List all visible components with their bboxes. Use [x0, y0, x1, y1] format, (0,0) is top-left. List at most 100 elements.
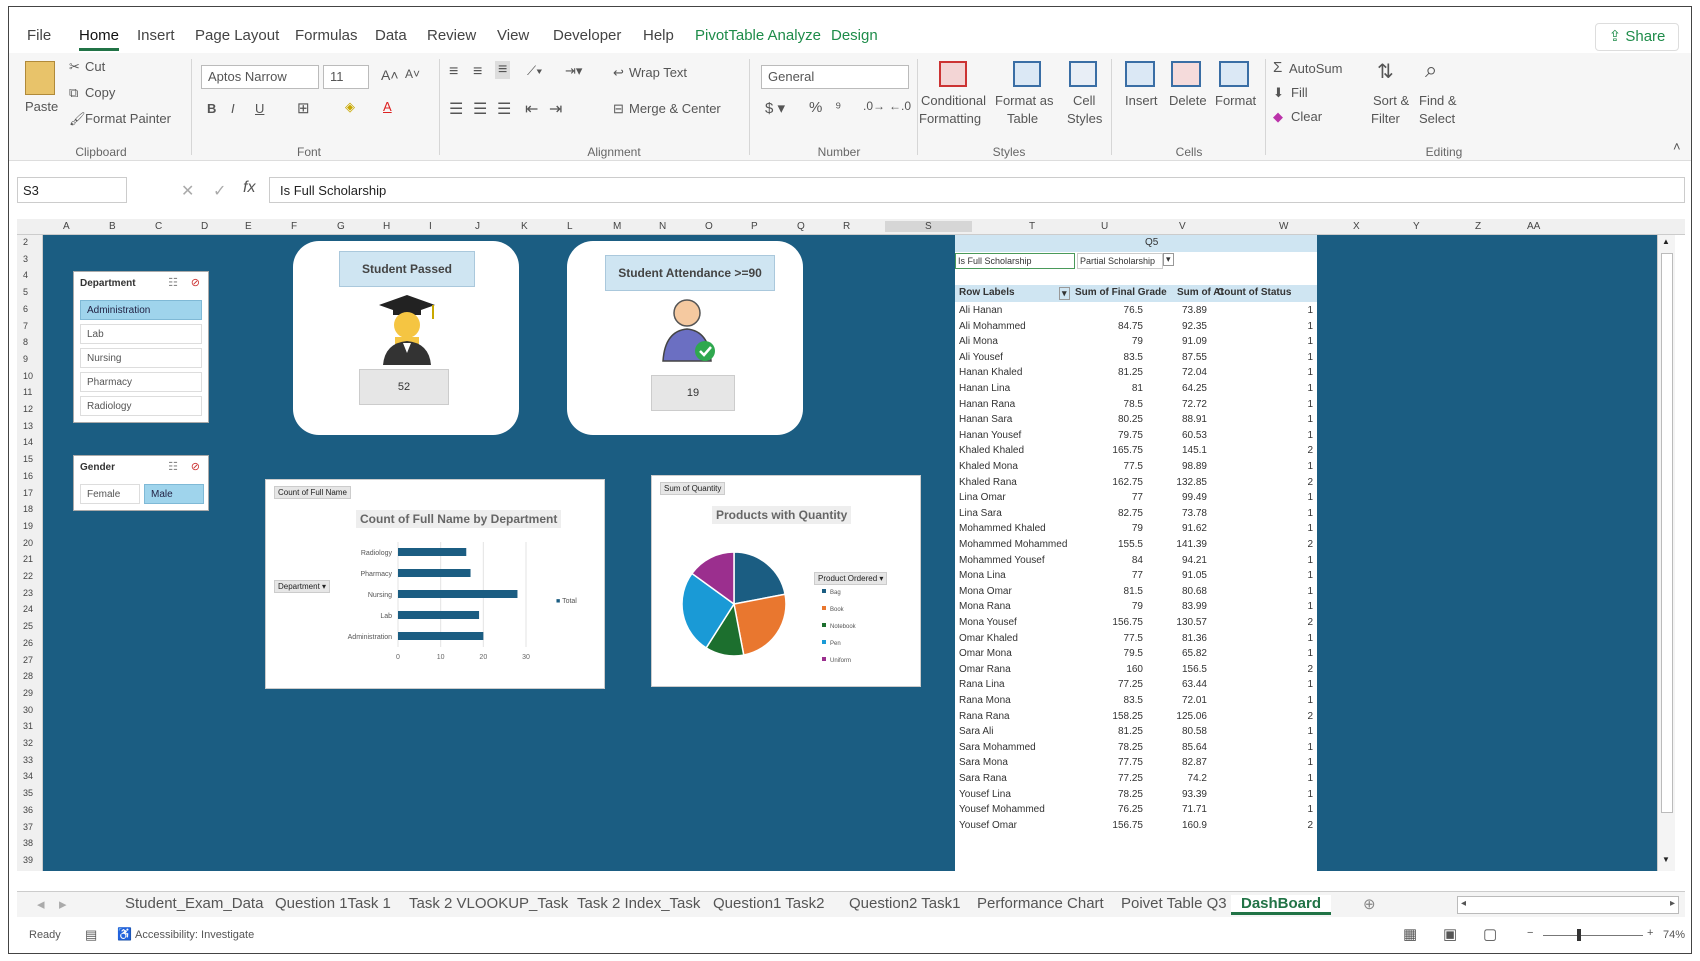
pivot-row[interactable]: Ali Yousef 83.5 87.55 1	[955, 350, 1317, 367]
row-header[interactable]: 38	[23, 838, 33, 848]
row-header[interactable]: 13	[23, 421, 33, 431]
paste-icon[interactable]	[25, 61, 55, 95]
column-header[interactable]: Z	[1475, 221, 1481, 232]
find-select-label-1[interactable]: Find &	[1419, 93, 1457, 108]
zoom-slider[interactable]	[1543, 935, 1643, 936]
find-select-icon[interactable]: ⌕	[1425, 57, 1437, 83]
font-name-select[interactable]: Aptos Narrow	[201, 65, 319, 89]
vertical-scrollbar[interactable]: ▲ ▼	[1657, 235, 1675, 871]
bar[interactable]	[398, 548, 467, 556]
column-header[interactable]: P	[751, 221, 758, 232]
menu-home[interactable]: Home	[79, 27, 120, 51]
column-header[interactable]: I	[429, 221, 432, 232]
row-header[interactable]: 33	[23, 755, 33, 765]
pie-chart[interactable]: Sum of Quantity Products with Quantity P…	[651, 475, 921, 687]
row-header[interactable]: 22	[23, 571, 33, 581]
horizontal-scrollbar[interactable]: ◂ ▸	[1457, 896, 1679, 914]
row-header[interactable]: 9	[23, 354, 28, 364]
normal-view-icon[interactable]: ▦	[1403, 925, 1417, 943]
sort-filter-icon[interactable]: ⇅	[1377, 59, 1394, 84]
bar[interactable]	[398, 569, 471, 577]
row-header[interactable]: 29	[23, 688, 33, 698]
slicer-item-radiology[interactable]: Radiology	[80, 396, 202, 416]
delete-cells-icon[interactable]	[1171, 61, 1201, 87]
borders-icon[interactable]: ⊞	[297, 99, 310, 117]
pivot-row[interactable]: Rana Rana 158.25 125.06 2	[955, 709, 1317, 726]
menu-review[interactable]: Review	[427, 27, 476, 44]
clear-button[interactable]: Clear	[1291, 109, 1322, 124]
menu-file[interactable]: File	[27, 27, 51, 44]
scroll-left-icon[interactable]: ◂	[1461, 898, 1466, 909]
column-header[interactable]: A	[63, 221, 70, 232]
insert-cells-button[interactable]: Insert	[1125, 93, 1158, 108]
decrease-decimal-icon[interactable]: ←.0	[889, 99, 911, 113]
menu-insert[interactable]: Insert	[137, 27, 175, 44]
insert-cells-icon[interactable]	[1125, 61, 1155, 87]
row-header[interactable]: 27	[23, 655, 33, 665]
column-header[interactable]: J	[475, 221, 480, 232]
function-icon[interactable]: fx	[243, 179, 255, 197]
align-center-icon[interactable]: ☰	[473, 99, 487, 119]
align-middle-icon[interactable]: ≡	[473, 63, 482, 81]
align-right-icon[interactable]: ☰	[497, 99, 511, 119]
font-color-icon[interactable]: A	[383, 99, 392, 114]
column-header[interactable]: V	[1179, 221, 1186, 232]
macro-record-icon[interactable]: ▤	[85, 927, 97, 943]
row-header[interactable]: 28	[23, 671, 33, 681]
row-header[interactable]: 17	[23, 488, 33, 498]
slicer-item-administration[interactable]: Administration	[80, 300, 202, 320]
pivot-row[interactable]: Sara Rana 77.25 74.2 1	[955, 771, 1317, 788]
format-as-table-label-1[interactable]: Format as	[995, 93, 1054, 108]
row-header[interactable]: 12	[23, 404, 33, 414]
column-header[interactable]: F	[291, 221, 297, 232]
slicer-item-male[interactable]: Male	[144, 484, 204, 504]
align-top-icon[interactable]: ≡	[449, 63, 458, 81]
cell-styles-label-1[interactable]: Cell	[1073, 93, 1095, 108]
pivot-row[interactable]: Mohammed Yousef 84 94.21 1	[955, 553, 1317, 570]
pivot-row[interactable]: Lina Omar 77 99.49 1	[955, 490, 1317, 507]
scroll-down-icon[interactable]: ▼	[1662, 855, 1670, 864]
pivot-row[interactable]: Khaled Rana 162.75 132.85 2	[955, 475, 1317, 492]
increase-font-icon[interactable]: A˄	[381, 67, 399, 83]
pivot-row[interactable]: Mona Lina 77 91.05 1	[955, 568, 1317, 585]
row-header[interactable]: 31	[23, 721, 33, 731]
page-layout-view-icon[interactable]: ▣	[1443, 925, 1457, 943]
pivot-row[interactable]: Mona Yousef 156.75 130.57 2	[955, 615, 1317, 632]
row-header[interactable]: 19	[23, 521, 33, 531]
cut-button[interactable]: Cut	[85, 59, 105, 74]
tab-performance-chart[interactable]: Performance Chart	[977, 895, 1104, 912]
pivot-row[interactable]: Lina Sara 82.75 73.78 1	[955, 506, 1317, 523]
row-header[interactable]: 26	[23, 638, 33, 648]
column-header[interactable]: U	[1101, 221, 1108, 232]
menu-view[interactable]: View	[497, 27, 529, 44]
row-header[interactable]: 14	[23, 437, 33, 447]
column-header[interactable]: E	[245, 221, 252, 232]
align-left-icon[interactable]: ☰	[449, 99, 463, 119]
slicer-item-female[interactable]: Female	[80, 484, 140, 504]
scroll-up-icon[interactable]: ▲	[1662, 237, 1670, 246]
filter-dropdown-icon[interactable]: ▾	[1163, 253, 1174, 266]
format-cells-button[interactable]: Format	[1215, 93, 1256, 108]
tab-question2-task1[interactable]: Question2 Task1	[849, 895, 960, 912]
menu-pivottable-analyze[interactable]: PivotTable Analyze	[695, 27, 821, 44]
pivot-row[interactable]: Hanan Khaled 81.25 72.04 1	[955, 365, 1317, 382]
cancel-icon[interactable]: ✕	[181, 181, 194, 201]
tab-dashboard[interactable]: DashBoard	[1231, 895, 1332, 915]
pivot-row[interactable]: Hanan Lina 81 64.25 1	[955, 381, 1317, 398]
menu-help[interactable]: Help	[643, 27, 674, 44]
clear-filter-icon[interactable]: ⊘	[191, 460, 200, 473]
pivot-row[interactable]: Khaled Khaled 165.75 145.1 2	[955, 443, 1317, 460]
orientation-icon[interactable]: ⟋▾	[527, 63, 542, 79]
format-as-table-label-2[interactable]: Table	[1007, 111, 1038, 126]
pivot-row[interactable]: Rana Lina 77.25 63.44 1	[955, 677, 1317, 694]
row-header[interactable]: 6	[23, 304, 28, 314]
page-break-view-icon[interactable]: ▢	[1483, 925, 1497, 943]
pivot-row[interactable]: Sara Mona 77.75 82.87 1	[955, 755, 1317, 772]
pivot-filter-value[interactable]: Partial Scholarship	[1077, 253, 1163, 269]
name-box[interactable]: S3	[17, 177, 127, 203]
percent-icon[interactable]: %	[809, 99, 822, 116]
row-header[interactable]: 34	[23, 771, 33, 781]
scrollbar-thumb[interactable]	[1661, 253, 1673, 813]
find-select-label-2[interactable]: Select	[1419, 111, 1455, 126]
column-header[interactable]: H	[383, 221, 390, 232]
